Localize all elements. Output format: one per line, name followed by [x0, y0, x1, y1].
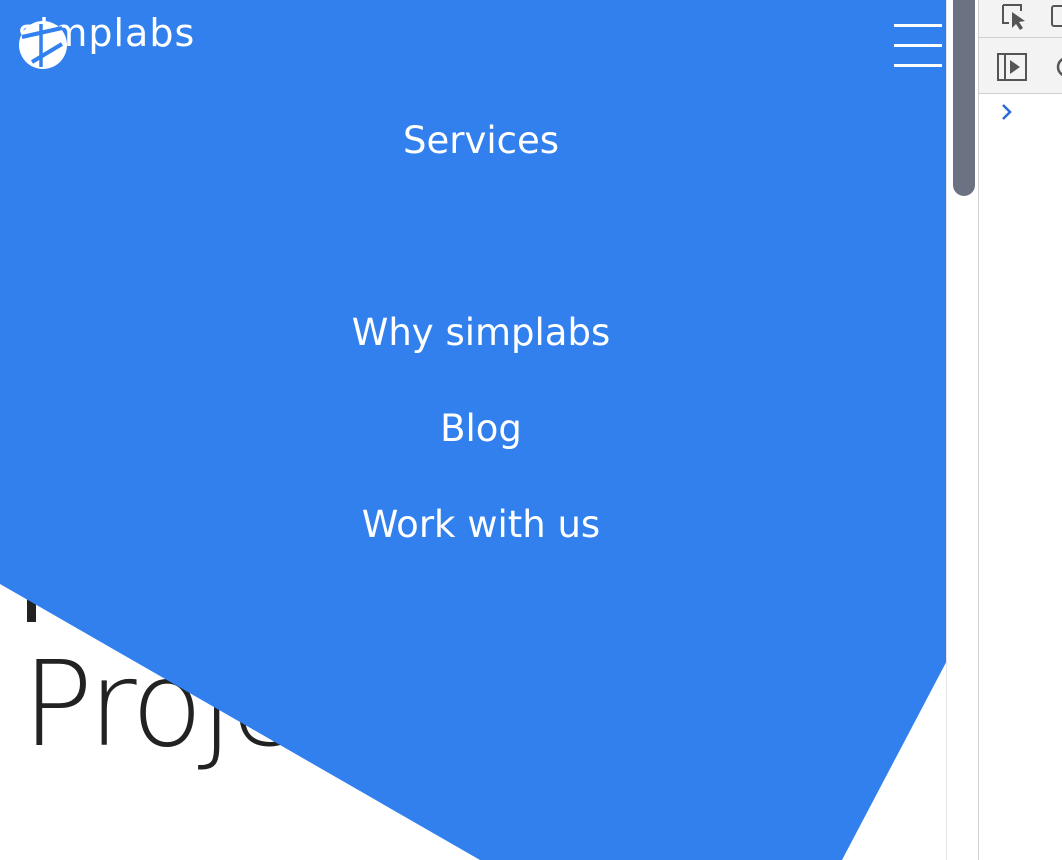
clear-console-icon[interactable] — [1055, 54, 1062, 80]
devtools-panel — [978, 0, 1062, 860]
nav-link-blog[interactable]: Blog — [0, 410, 946, 447]
logo[interactable]: simplabs — [18, 14, 195, 69]
nav-link-work-with-us[interactable]: Work with us — [0, 506, 946, 543]
nav-menu-overlay: simplabs Services Why simplabs Blog Work… — [0, 0, 946, 860]
nav-link-services[interactable]: Services — [0, 122, 946, 159]
hamburger-bar — [894, 24, 942, 27]
hamburger-bar — [894, 44, 942, 47]
hamburger-menu-icon[interactable] — [894, 22, 942, 70]
inspect-element-icon[interactable] — [999, 3, 1029, 31]
devtools-toolbar — [979, 0, 1062, 38]
scrollbar-thumb[interactable] — [953, 0, 975, 196]
hamburger-bar — [894, 64, 942, 67]
simplabs-logo-icon — [19, 21, 67, 69]
devtools-console-toolbar — [979, 38, 1062, 94]
nav-link-why-simplabs[interactable]: Why simplabs — [0, 314, 946, 351]
show-sidebar-icon[interactable] — [996, 52, 1028, 82]
device-toolbar-icon[interactable] — [1049, 3, 1062, 31]
chevron-right-icon — [1002, 104, 1012, 120]
page-viewport: Proje simplabs Services Why simplabs Blo… — [0, 0, 946, 860]
